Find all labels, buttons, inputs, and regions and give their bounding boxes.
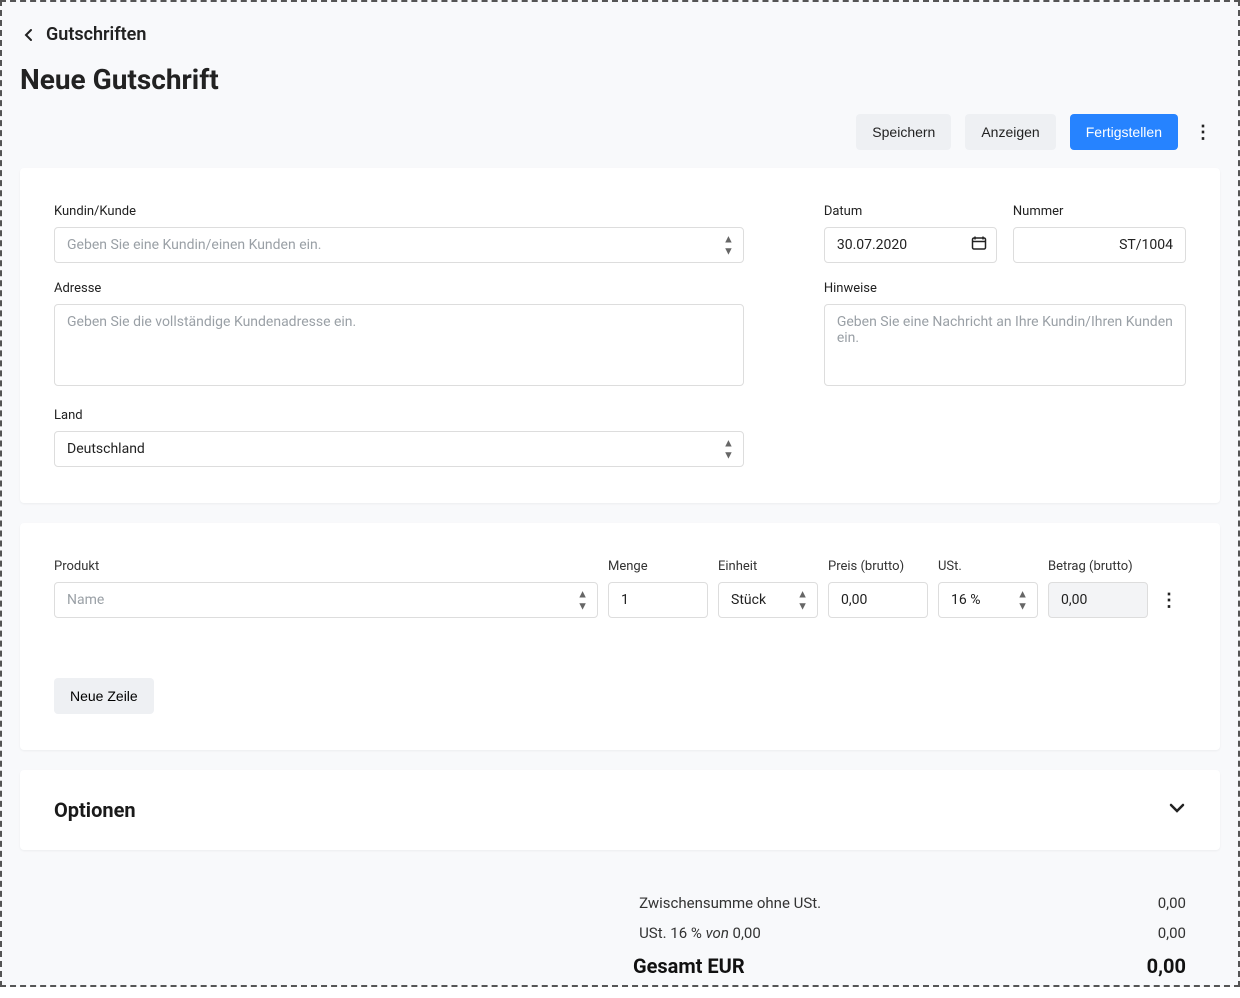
finalize-button[interactable]: Fertigstellen	[1070, 114, 1178, 150]
vat-select[interactable]	[938, 582, 1038, 618]
page-title: Neue Gutschrift	[20, 63, 1220, 96]
date-label: Datum	[824, 204, 997, 219]
col-product: Produkt	[54, 559, 598, 574]
breadcrumb[interactable]: Gutschriften	[20, 24, 1220, 45]
more-menu-icon[interactable]: ⋮	[1192, 122, 1214, 143]
new-row-button[interactable]: Neue Zeile	[54, 678, 154, 714]
chevron-left-icon	[20, 26, 38, 44]
subtotal-value: 0,00	[1158, 894, 1186, 912]
amount-output	[1048, 582, 1148, 618]
actions-row: Speichern Anzeigen Fertigstellen ⋮	[2, 96, 1238, 168]
address-label: Adresse	[54, 281, 744, 296]
totals-section: Zwischensumme ohne USt. 0,00 USt. 16 % v…	[20, 870, 1220, 998]
line-item-row: ▲▼ ▲▼ ▲▼ ⋮	[54, 582, 1186, 618]
qty-input[interactable]	[608, 582, 708, 618]
view-button[interactable]: Anzeigen	[965, 114, 1055, 150]
breadcrumb-title: Gutschriften	[46, 24, 146, 45]
grand-total-label: Gesamt EUR	[54, 954, 1107, 978]
col-price: Preis (brutto)	[828, 559, 928, 574]
country-select[interactable]	[54, 431, 744, 467]
options-title: Optionen	[54, 798, 136, 822]
price-input[interactable]	[828, 582, 928, 618]
address-input[interactable]	[54, 304, 744, 386]
chevron-down-icon	[1168, 802, 1186, 818]
customer-input[interactable]	[54, 227, 744, 263]
line-items-card: Produkt Menge Einheit Preis (brutto) USt…	[20, 523, 1220, 750]
subtotal-label: Zwischensumme ohne USt.	[54, 894, 1118, 912]
calendar-icon[interactable]	[971, 235, 987, 255]
col-unit: Einheit	[718, 559, 818, 574]
header-card: Kundin/Kunde ▲▼ Adresse Land ▲▼	[20, 168, 1220, 503]
line-item-menu-icon[interactable]: ⋮	[1158, 590, 1180, 611]
unit-select[interactable]	[718, 582, 818, 618]
options-card[interactable]: Optionen	[20, 770, 1220, 850]
save-button[interactable]: Speichern	[856, 114, 951, 150]
vat-label: USt. 16 % von 0,00	[54, 924, 1118, 942]
col-qty: Menge	[608, 559, 708, 574]
vat-value: 0,00	[1158, 924, 1186, 942]
notes-label: Hinweise	[824, 281, 1186, 296]
col-vat: USt.	[938, 559, 1038, 574]
customer-label: Kundin/Kunde	[54, 204, 744, 219]
grand-total-value: 0,00	[1147, 954, 1186, 978]
notes-input[interactable]	[824, 304, 1186, 386]
col-amount: Betrag (brutto)	[1048, 559, 1148, 574]
number-label: Nummer	[1013, 204, 1186, 219]
product-input[interactable]	[54, 582, 598, 618]
country-label: Land	[54, 408, 744, 423]
number-input[interactable]	[1013, 227, 1186, 263]
